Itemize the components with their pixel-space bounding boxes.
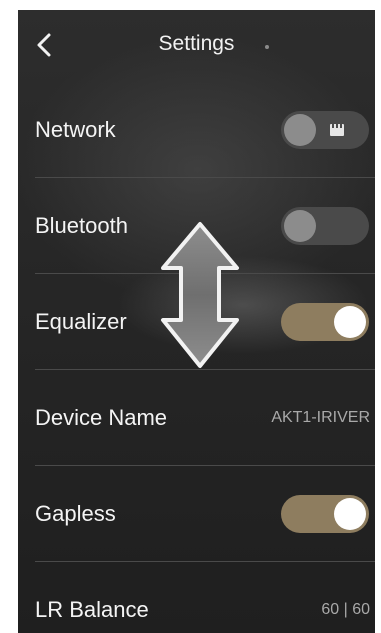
decorative-dot bbox=[265, 45, 269, 49]
lr-balance-value: 60 | 60 bbox=[321, 601, 370, 618]
gapless-toggle[interactable] bbox=[281, 495, 369, 533]
settings-screen: Settings Network Bluetooth Equalizer Dev… bbox=[18, 10, 375, 633]
setting-label-device-name: Device Name bbox=[35, 405, 168, 430]
toggle-knob bbox=[284, 210, 316, 242]
setting-label-lr-balance: LR Balance bbox=[35, 597, 149, 622]
setting-row-device-name[interactable]: Device Name AKT1-IRIVER bbox=[18, 370, 375, 466]
network-toggle[interactable] bbox=[281, 111, 369, 149]
page-title: Settings bbox=[158, 32, 235, 55]
header: Settings bbox=[18, 10, 375, 82]
device-name-value: AKT1-IRIVER bbox=[271, 409, 370, 426]
setting-row-lr-balance[interactable]: LR Balance 60 | 60 bbox=[18, 562, 375, 633]
setting-label-bluetooth: Bluetooth bbox=[35, 213, 128, 238]
setting-label-gapless: Gapless bbox=[35, 501, 116, 526]
setting-row-gapless[interactable]: Gapless bbox=[18, 466, 375, 562]
toggle-knob bbox=[334, 498, 366, 530]
setting-row-network[interactable]: Network bbox=[18, 82, 375, 178]
setting-label-equalizer: Equalizer bbox=[35, 309, 127, 334]
bluetooth-toggle[interactable] bbox=[281, 207, 369, 245]
toggle-knob bbox=[334, 306, 366, 338]
ethernet-icon bbox=[330, 124, 344, 136]
setting-label-network: Network bbox=[35, 117, 116, 142]
equalizer-toggle[interactable] bbox=[281, 303, 369, 341]
toggle-knob bbox=[284, 114, 316, 146]
vertical-scroll-arrow-icon bbox=[161, 222, 239, 368]
